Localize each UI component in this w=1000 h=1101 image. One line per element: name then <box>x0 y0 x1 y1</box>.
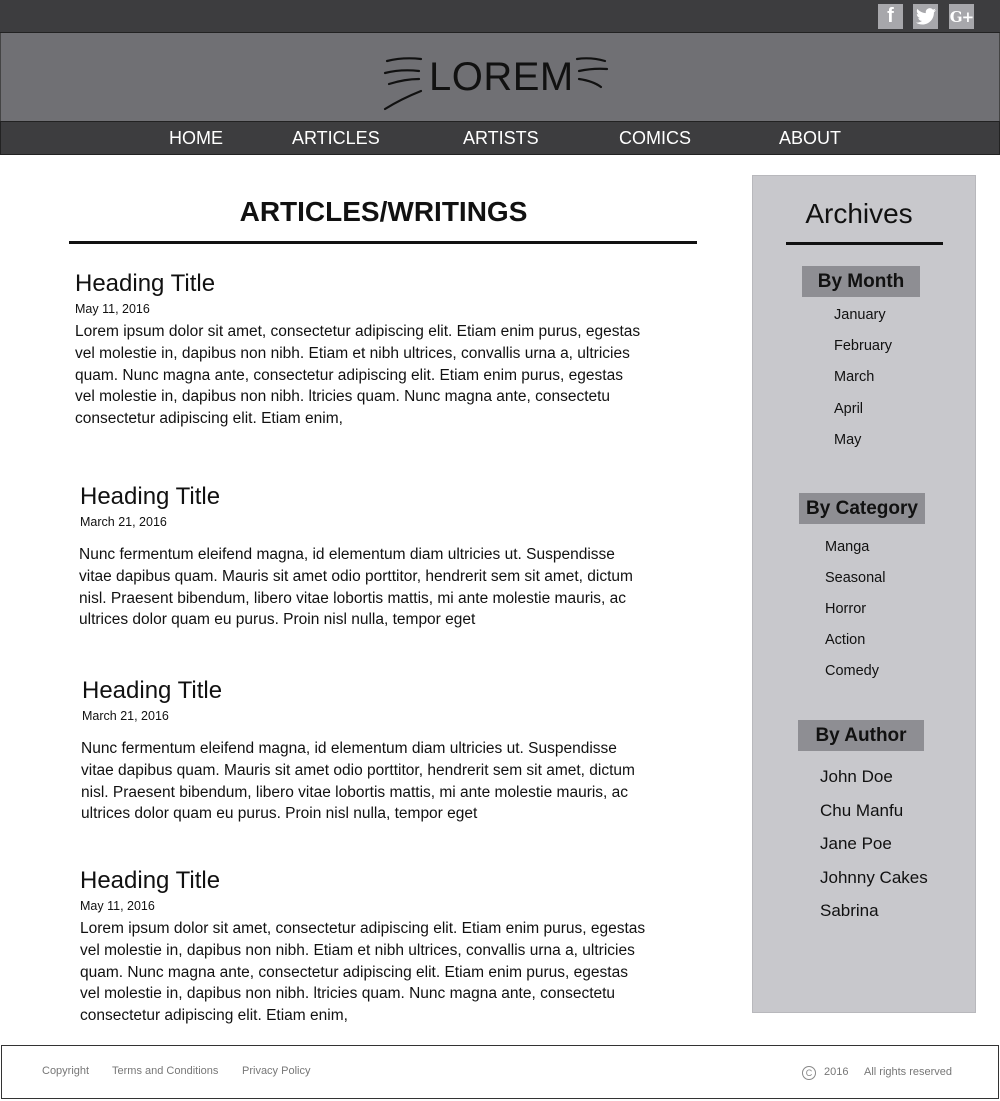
article-line: vitae dapibus quam. Mauris sit amet odio… <box>81 761 635 779</box>
article-line: vitae dapibus quam. Mauris sit amet odio… <box>79 567 633 585</box>
archive-author-link[interactable]: Chu Manfu <box>820 801 903 821</box>
article-body: Nunc fermentum eleifend magna, id elemen… <box>79 544 705 631</box>
nav-about[interactable]: ABOUT <box>779 128 841 149</box>
archive-category-link[interactable]: Comedy <box>825 663 879 679</box>
page-title: ARTICLES/WRITINGS <box>239 196 528 227</box>
article-line: ultrices dolor quam eu purus. Proin nisl… <box>81 805 478 823</box>
article-line: vel molestie in, dapibus non nibh. Etiam… <box>80 941 635 959</box>
top-social-bar: f G+ <box>0 0 1000 33</box>
by-category-label: By Category <box>799 493 925 524</box>
article-title[interactable]: Heading Title <box>80 482 705 512</box>
article-date: May 11, 2016 <box>80 899 155 913</box>
article-line: nisl. Praesent bibendum, libero vitae lo… <box>81 783 629 801</box>
facebook-icon[interactable]: f <box>878 4 903 29</box>
archive-category-link[interactable]: Seasonal <box>825 570 885 586</box>
header-logo-band: LOREM <box>0 33 1000 121</box>
archive-category-link[interactable]: Action <box>825 632 865 648</box>
archive-month-link[interactable]: May <box>834 432 861 448</box>
archive-category-link[interactable]: Manga <box>825 539 869 555</box>
article-title[interactable]: Heading Title <box>82 676 707 706</box>
article-title[interactable]: Heading Title <box>75 269 700 299</box>
article-title[interactable]: Heading Title <box>80 866 705 896</box>
article-line: consectetur adipiscing elit. Etiam enim, <box>75 410 343 428</box>
article-line: quam. Nunc magna ante, consectetur adipi… <box>75 366 623 384</box>
article-line: nisl. Praesent bibendum, libero vitae lo… <box>79 589 627 607</box>
article-body: Lorem ipsum dolor sit amet, consectetur … <box>75 321 700 430</box>
article-item: Heading Title May 11, 2016 Lorem ipsum d… <box>75 269 700 430</box>
footer-copyright-link[interactable]: Copyright <box>42 1065 89 1077</box>
article-line: Lorem ipsum dolor sit amet, consectetur … <box>75 323 641 340</box>
article-line: vel molestie in, dapibus non nibh. ltric… <box>75 388 611 406</box>
google-plus-icon[interactable]: G+ <box>949 4 974 29</box>
article-line: Nunc fermentum eleifend magna, id elemen… <box>79 546 615 563</box>
archive-month-link[interactable]: March <box>834 369 874 385</box>
archive-author-link[interactable]: Sabrina <box>820 901 879 921</box>
nav-home[interactable]: HOME <box>169 128 223 149</box>
by-author-label: By Author <box>798 720 924 751</box>
article-date: March 21, 2016 <box>82 709 169 723</box>
archive-month-link[interactable]: February <box>834 338 892 354</box>
archive-month-link[interactable]: April <box>834 401 863 417</box>
footer-terms-link[interactable]: Terms and Conditions <box>112 1065 218 1077</box>
nav-artists[interactable]: ARTISTS <box>463 128 539 149</box>
copyright-icon: C <box>802 1066 816 1080</box>
archive-category-link[interactable]: Horror <box>825 601 866 617</box>
article-item: Heading Title May 11, 2016 Lorem ipsum d… <box>80 866 705 1027</box>
article-date: May 11, 2016 <box>75 302 150 316</box>
facebook-glyph: f <box>887 5 894 27</box>
archives-title: Archives <box>805 198 913 229</box>
article-line: vel molestie in, dapibus non nibh. Etiam… <box>75 344 630 362</box>
twitter-bird-icon <box>915 8 936 25</box>
archives-sidebar: Archives By Month January February March… <box>752 175 976 1013</box>
article-body: Lorem ipsum dolor sit amet, consectetur … <box>80 918 705 1027</box>
article-line: quam. Nunc magna ante, consectetur adipi… <box>80 963 628 981</box>
article-line: consectetur adipiscing elit. Etiam enim, <box>80 1007 348 1025</box>
site-footer: Copyright Terms and Conditions Privacy P… <box>1 1045 999 1099</box>
logo-text: LOREM <box>429 55 574 99</box>
archive-month-link[interactable]: January <box>834 307 886 323</box>
footer-rights: All rights reserved <box>864 1066 953 1078</box>
title-divider <box>69 241 697 244</box>
nav-comics[interactable]: COMICS <box>619 128 691 149</box>
article-date: March 21, 2016 <box>80 515 167 529</box>
footer-privacy-link[interactable]: Privacy Policy <box>242 1065 310 1077</box>
archive-author-link[interactable]: Johnny Cakes <box>820 868 928 888</box>
archive-author-link[interactable]: John Doe <box>820 767 893 787</box>
article-line: ultrices dolor quam eu purus. Proin nisl… <box>79 611 476 629</box>
article-body: Nunc fermentum eleifend magna, id elemen… <box>81 738 707 825</box>
article-item: Heading Title March 21, 2016 Nunc fermen… <box>79 482 705 631</box>
archive-author-link[interactable]: Jane Poe <box>820 834 892 854</box>
twitter-icon[interactable] <box>913 4 938 29</box>
main-nav: HOME ARTICLES ARTISTS COMICS ABOUT <box>0 121 1000 155</box>
nav-articles[interactable]: ARTICLES <box>292 128 380 149</box>
archives-divider <box>786 242 943 245</box>
article-line: Lorem ipsum dolor sit amet, consectetur … <box>80 920 646 937</box>
footer-year: 2016 <box>824 1066 849 1078</box>
google-plus-glyph: G+ <box>949 7 974 26</box>
by-month-label: By Month <box>802 266 920 297</box>
article-line: Nunc fermentum eleifend magna, id elemen… <box>81 740 617 757</box>
article-line: vel molestie in, dapibus non nibh. ltric… <box>80 985 616 1003</box>
site-logo[interactable]: LOREM <box>381 51 611 111</box>
article-item: Heading Title March 21, 2016 Nunc fermen… <box>81 676 707 825</box>
